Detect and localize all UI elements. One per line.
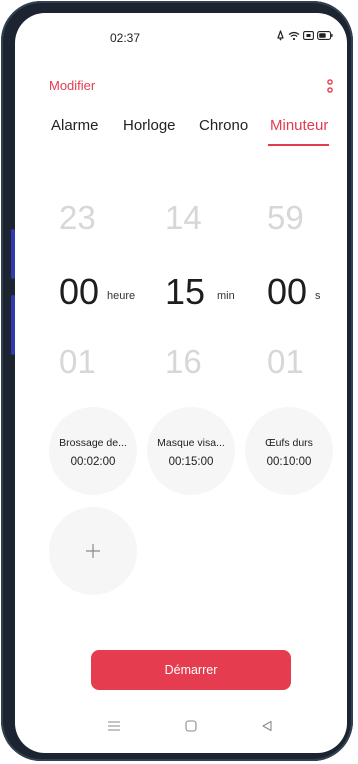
more-vertical-icon[interactable] <box>325 76 335 96</box>
minutes-next: 16 <box>165 343 202 380</box>
navigation-bar <box>15 713 347 743</box>
tab-minuteur[interactable]: Minuteur <box>270 117 328 134</box>
hours-prev: 23 <box>59 199 96 236</box>
preset-name: Masque visa... <box>157 437 225 449</box>
sim-icon <box>303 31 314 40</box>
preset-time: 00:15:00 <box>168 456 214 468</box>
status-icons <box>276 30 333 41</box>
preset-time: 00:10:00 <box>266 456 312 468</box>
minutes-wheel[interactable]: 14 15 min 16 <box>165 193 265 393</box>
tab-horloge[interactable]: Horloge <box>123 117 176 134</box>
plus-icon <box>86 544 100 558</box>
tab-bar: Alarme Horloge Chrono Minuteur <box>15 117 347 157</box>
menu-icon[interactable] <box>107 720 121 732</box>
preset-name: Brossage de... <box>59 437 127 449</box>
hours-current: 00 <box>59 271 100 312</box>
minutes-prev: 14 <box>165 199 202 236</box>
seconds-next: 01 <box>267 343 304 380</box>
status-bar: 02:37 <box>15 13 347 45</box>
preset-time: 00:02:00 <box>70 456 116 468</box>
preset-oeufs-durs[interactable]: Œufs durs 00:10:00 <box>245 407 333 495</box>
hours-unit: heure <box>107 290 136 302</box>
preset-brossage[interactable]: Brossage de... 00:02:00 <box>49 407 137 495</box>
home-icon[interactable] <box>185 720 197 732</box>
seconds-prev: 59 <box>267 199 304 236</box>
tab-chrono[interactable]: Chrono <box>199 117 248 134</box>
start-button[interactable]: Démarrer <box>91 650 291 690</box>
header: Modifier <box>15 73 347 99</box>
seconds-wheel[interactable]: 59 00 s 01 <box>267 193 347 393</box>
hours-next: 01 <box>59 343 96 380</box>
alarm-icon <box>277 30 284 41</box>
hours-wheel[interactable]: 23 00 heure 01 <box>59 193 159 393</box>
screen: 02:37 Modifier Alarme Horloge Chrono Min… <box>15 13 347 753</box>
preset-list: Brossage de... 00:02:00 Masque visa... 0… <box>15 407 347 607</box>
modifier-button[interactable]: Modifier <box>49 78 95 93</box>
seconds-current: 00 <box>267 271 308 312</box>
active-tab-indicator <box>268 144 329 146</box>
wifi-icon <box>288 31 300 40</box>
status-time: 02:37 <box>110 31 141 45</box>
phone-frame: 02:37 Modifier Alarme Horloge Chrono Min… <box>1 1 353 761</box>
minutes-unit: min <box>217 290 235 302</box>
seconds-unit: s <box>315 290 321 302</box>
back-icon[interactable] <box>261 720 273 732</box>
preset-masque[interactable]: Masque visa... 00:15:00 <box>147 407 235 495</box>
add-preset-button[interactable] <box>49 507 137 595</box>
battery-icon <box>317 31 333 40</box>
preset-name: Œufs durs <box>265 437 313 449</box>
minutes-current: 15 <box>165 271 206 312</box>
tab-alarme[interactable]: Alarme <box>51 117 99 134</box>
time-picker: 23 00 heure 01 14 15 min 16 59 00 s 01 <box>15 193 347 393</box>
